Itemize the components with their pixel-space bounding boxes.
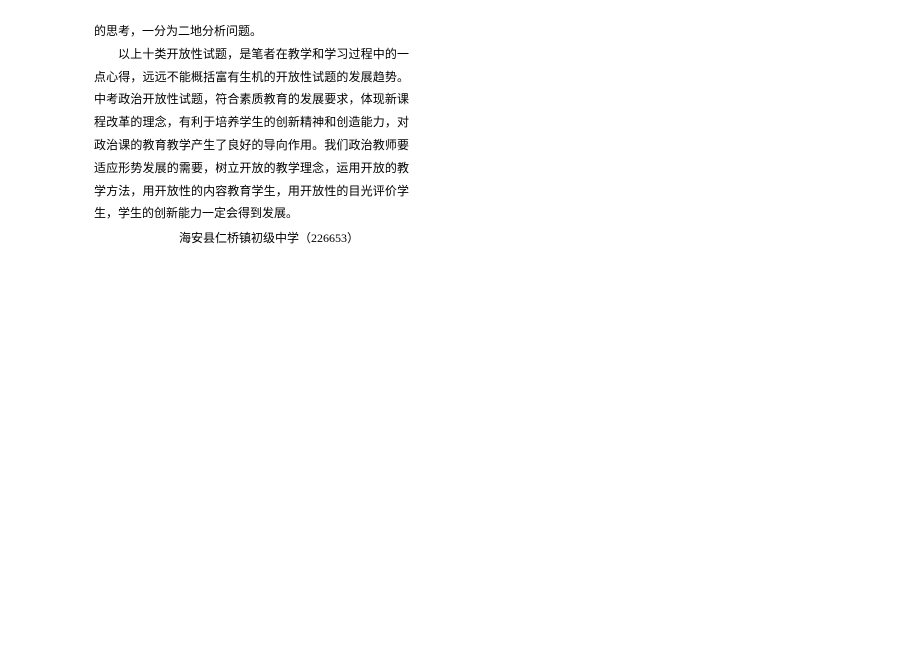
byline: 海安县仁桥镇初级中学（226653） — [129, 227, 409, 250]
paragraph-fragment-end: 的思考，一分为二地分析问题。 — [94, 20, 409, 43]
document-content: 的思考，一分为二地分析问题。 以上十类开放性试题，是笔者在教学和学习过程中的一点… — [94, 20, 409, 250]
paragraph-conclusion: 以上十类开放性试题，是笔者在教学和学习过程中的一点心得，远远不能概括富有生机的开… — [94, 43, 409, 225]
